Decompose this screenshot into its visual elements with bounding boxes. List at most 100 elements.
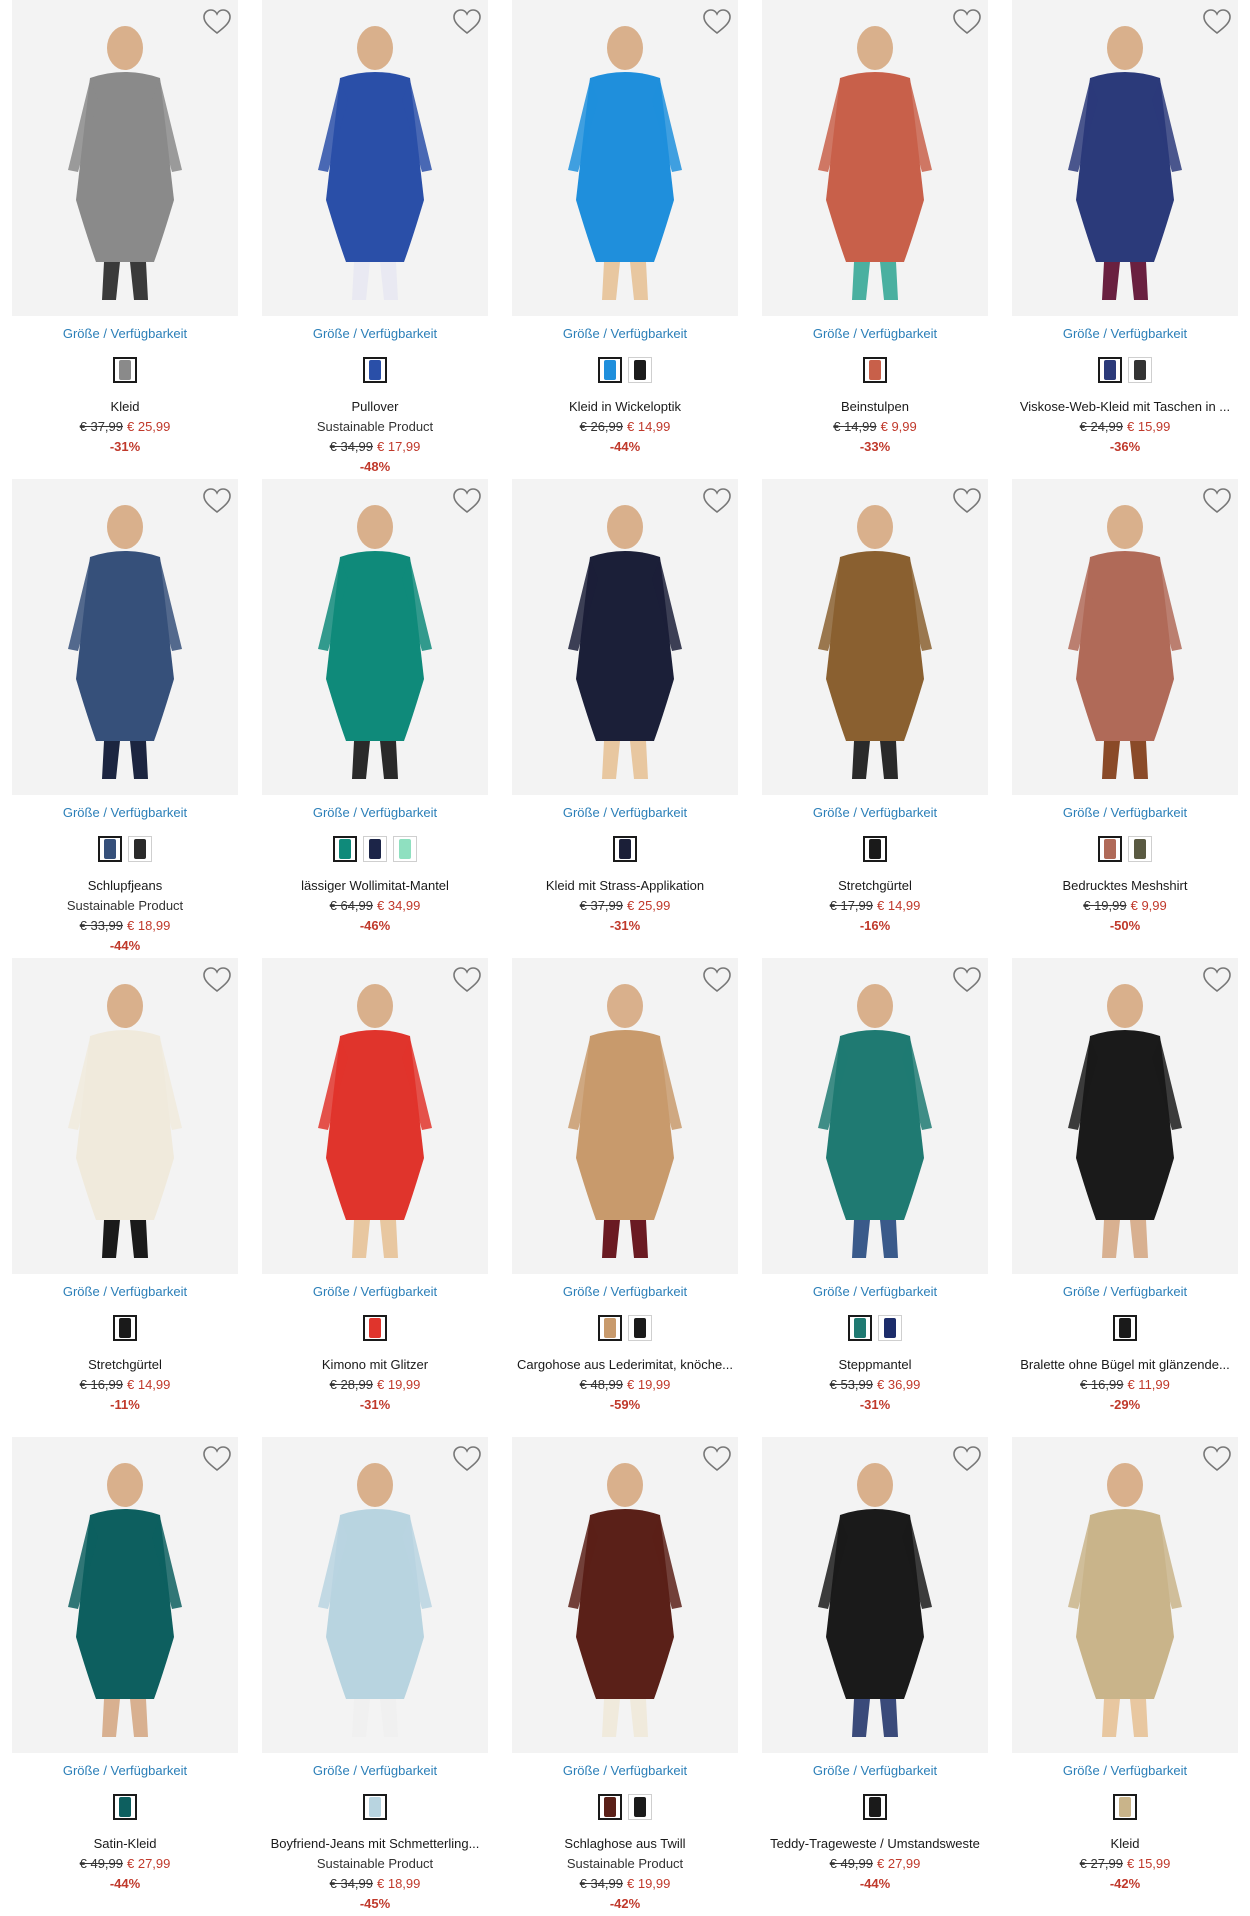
product-name[interactable]: Boyfriend-Jeans mit Schmetterling... [262,1834,488,1854]
product-card[interactable]: Größe / Verfügbarkeit Stretchgürtel € 17,9… [762,479,988,949]
product-image[interactable] [1012,1437,1238,1753]
product-image[interactable] [762,479,988,795]
product-image[interactable] [12,1437,238,1753]
product-name[interactable]: Schlaghose aus Twill [512,1834,738,1854]
heart-icon[interactable] [202,487,232,515]
color-swatch[interactable] [878,1315,902,1341]
size-availability-link[interactable]: Größe / Verfügbarkeit [12,1284,238,1299]
heart-icon[interactable] [1202,966,1232,994]
product-card[interactable]: Größe / Verfügbarkeit Kleid € 27,99 € 15,99… [1012,1437,1238,1907]
product-name[interactable]: Cargohose aus Lederimitat, knöche... [512,1355,738,1375]
product-image[interactable] [512,958,738,1274]
size-availability-link[interactable]: Größe / Verfügbarkeit [12,1763,238,1778]
size-availability-link[interactable]: Größe / Verfügbarkeit [1012,1763,1238,1778]
color-swatch[interactable] [1113,1794,1137,1820]
color-swatch[interactable] [1128,836,1152,862]
product-name[interactable]: lässiger Wollimitat-Mantel [262,876,488,896]
color-swatch[interactable] [598,1315,622,1341]
color-swatch[interactable] [628,1794,652,1820]
heart-icon[interactable] [202,1445,232,1473]
product-name[interactable]: Kleid [12,397,238,417]
color-swatch[interactable] [363,357,387,383]
size-availability-link[interactable]: Größe / Verfügbarkeit [262,1763,488,1778]
size-availability-link[interactable]: Größe / Verfügbarkeit [262,326,488,341]
product-card[interactable]: Größe / Verfügbarkeit Bralette ohne Bügel… [1012,958,1238,1428]
color-swatch[interactable] [863,357,887,383]
product-image[interactable] [1012,479,1238,795]
color-swatch[interactable] [863,1794,887,1820]
heart-icon[interactable] [452,8,482,36]
product-image[interactable] [512,1437,738,1753]
color-swatch[interactable] [613,836,637,862]
color-swatch[interactable] [393,836,417,862]
product-card[interactable]: Größe / Verfügbarkeit Kleid € 37,99 € 25,99… [12,0,238,470]
product-image[interactable] [262,958,488,1274]
color-swatch[interactable] [98,836,122,862]
product-card[interactable]: Größe / Verfügbarkeit Cargohose aus Leder… [512,958,738,1428]
color-swatch[interactable] [113,1794,137,1820]
product-name[interactable]: Beinstulpen [762,397,988,417]
product-card[interactable]: Größe / Verfügbarkeit Boyfriend-Jeans mit… [262,1437,488,1911]
product-card[interactable]: Größe / Verfügbarkeit Viskose-Web-Kleid m… [1012,0,1238,470]
size-availability-link[interactable]: Größe / Verfügbarkeit [762,326,988,341]
size-availability-link[interactable]: Größe / Verfügbarkeit [262,805,488,820]
color-swatch[interactable] [128,836,152,862]
product-image[interactable] [12,479,238,795]
product-card[interactable]: Größe / Verfügbarkeit Teddy-Trageweste / … [762,1437,988,1907]
product-name[interactable]: Kleid [1012,1834,1238,1854]
size-availability-link[interactable]: Größe / Verfügbarkeit [1012,326,1238,341]
size-availability-link[interactable]: Größe / Verfügbarkeit [262,1284,488,1299]
product-image[interactable] [262,0,488,316]
color-swatch[interactable] [113,1315,137,1341]
product-card[interactable]: Größe / Verfügbarkeit Kimono mit Glitzer €… [262,958,488,1428]
product-name[interactable]: Satin-Kleid [12,1834,238,1854]
product-card[interactable]: Größe / Verfügbarkeit Kleid mit Strass-Ap… [512,479,738,949]
color-swatch[interactable] [1113,1315,1137,1341]
product-image[interactable] [12,0,238,316]
color-swatch[interactable] [363,1794,387,1820]
product-name[interactable]: Pullover [262,397,488,417]
size-availability-link[interactable]: Größe / Verfügbarkeit [512,805,738,820]
size-availability-link[interactable]: Größe / Verfügbarkeit [1012,1284,1238,1299]
color-swatch[interactable] [598,357,622,383]
product-image[interactable] [1012,0,1238,316]
heart-icon[interactable] [202,8,232,36]
color-swatch[interactable] [598,1794,622,1820]
color-swatch[interactable] [363,1315,387,1341]
product-image[interactable] [1012,958,1238,1274]
heart-icon[interactable] [952,8,982,36]
heart-icon[interactable] [952,1445,982,1473]
size-availability-link[interactable]: Größe / Verfügbarkeit [512,1284,738,1299]
product-name[interactable]: Kimono mit Glitzer [262,1355,488,1375]
product-image[interactable] [262,479,488,795]
color-swatch[interactable] [333,836,357,862]
color-swatch[interactable] [848,1315,872,1341]
product-image[interactable] [762,1437,988,1753]
heart-icon[interactable] [452,487,482,515]
product-name[interactable]: Steppmantel [762,1355,988,1375]
product-card[interactable]: Größe / Verfügbarkeit Schlupfjeans Sustain… [12,479,238,953]
size-availability-link[interactable]: Größe / Verfügbarkeit [762,805,988,820]
color-swatch[interactable] [1128,357,1152,383]
product-name[interactable]: Stretchgürtel [12,1355,238,1375]
heart-icon[interactable] [702,1445,732,1473]
heart-icon[interactable] [1202,487,1232,515]
heart-icon[interactable] [452,966,482,994]
color-swatch[interactable] [1098,357,1122,383]
heart-icon[interactable] [1202,1445,1232,1473]
heart-icon[interactable] [702,487,732,515]
product-image[interactable] [512,479,738,795]
product-name[interactable]: Teddy-Trageweste / Umstandsweste [762,1834,988,1854]
color-swatch[interactable] [628,357,652,383]
size-availability-link[interactable]: Größe / Verfügbarkeit [762,1763,988,1778]
product-name[interactable]: Stretchgürtel [762,876,988,896]
product-card[interactable]: Größe / Verfügbarkeit Satin-Kleid € 49,99 €… [12,1437,238,1907]
color-swatch[interactable] [863,836,887,862]
size-availability-link[interactable]: Größe / Verfügbarkeit [512,326,738,341]
color-swatch[interactable] [1098,836,1122,862]
color-swatch[interactable] [628,1315,652,1341]
heart-icon[interactable] [1202,8,1232,36]
product-name[interactable]: Bedrucktes Meshshirt [1012,876,1238,896]
color-swatch[interactable] [363,836,387,862]
product-card[interactable]: Größe / Verfügbarkeit Steppmantel € 53,99 €… [762,958,988,1428]
